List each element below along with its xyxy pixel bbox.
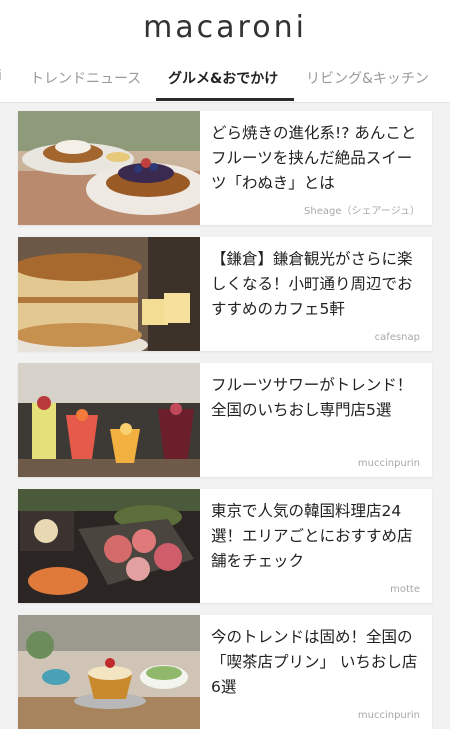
article-source: cafesnap (374, 332, 420, 343)
article-title[interactable]: 東京で人気の韓国料理店24選！エリアごとにおすすめ店舗をチェック (211, 499, 423, 574)
article-title[interactable]: フルーツサワーがトレンド！全国のいちおし専門店5選 (211, 373, 423, 423)
article-title[interactable]: どら焼きの進化系!? あんことフルーツを挟んだ絶品スイーツ「わぬき」とは (211, 121, 423, 196)
article-card[interactable]: フルーツサワーがトレンド！全国のいちおし専門店5選 muccinpurin (18, 363, 432, 477)
article-card[interactable]: どら焼きの進化系!? あんことフルーツを挟んだ絶品スイーツ「わぬき」とは She… (18, 111, 432, 225)
article-source: muccinpurin (357, 710, 420, 721)
article-source: Sheage（シェアージュ） (304, 206, 420, 217)
article-thumbnail-pancake[interactable] (18, 237, 200, 351)
article-thumbnail-korean-food[interactable] (18, 489, 200, 603)
article-title[interactable]: 【鎌倉】鎌倉観光がさらに楽しくなる！小町通り周辺でおすすめのカフェ5軒 (211, 247, 423, 322)
site-logo[interactable]: macaroni (0, 10, 450, 45)
article-card[interactable]: 東京で人気の韓国料理店24選！エリアごとにおすすめ店舗をチェック motte (18, 489, 432, 603)
article-thumbnail-pudding[interactable] (18, 615, 200, 729)
article-card[interactable]: 【鎌倉】鎌倉観光がさらに楽しくなる！小町通り周辺でおすすめのカフェ5軒 cafe… (18, 237, 432, 351)
active-tab-indicator (156, 98, 294, 101)
article-title[interactable]: 今のトレンドは固め！全国の「喫茶店プリン」 いちおし店6選 (211, 625, 423, 700)
article-thumbnail-fruit-sour[interactable] (18, 363, 200, 477)
article-thumbnail-dorayaki[interactable] (18, 111, 200, 225)
tab-trend-news[interactable]: トレンドニュース (30, 68, 141, 88)
article-card[interactable]: 今のトレンドは固め！全国の「喫茶店プリン」 いちおし店6選 muccinpuri… (18, 615, 432, 729)
tab-gourmet-outing[interactable]: グルメ&おでかけ (168, 68, 278, 88)
app-header: macaroni i トレンドニュース グルメ&おでかけ リビング&キッチン (0, 0, 450, 103)
article-source: muccinpurin (357, 458, 420, 469)
article-source: motte (390, 584, 420, 595)
tab-previous[interactable]: i (0, 68, 2, 84)
category-tabs: i トレンドニュース グルメ&おでかけ リビング&キッチン (0, 62, 450, 103)
tab-living-kitchen[interactable]: リビング&キッチン (306, 68, 429, 88)
